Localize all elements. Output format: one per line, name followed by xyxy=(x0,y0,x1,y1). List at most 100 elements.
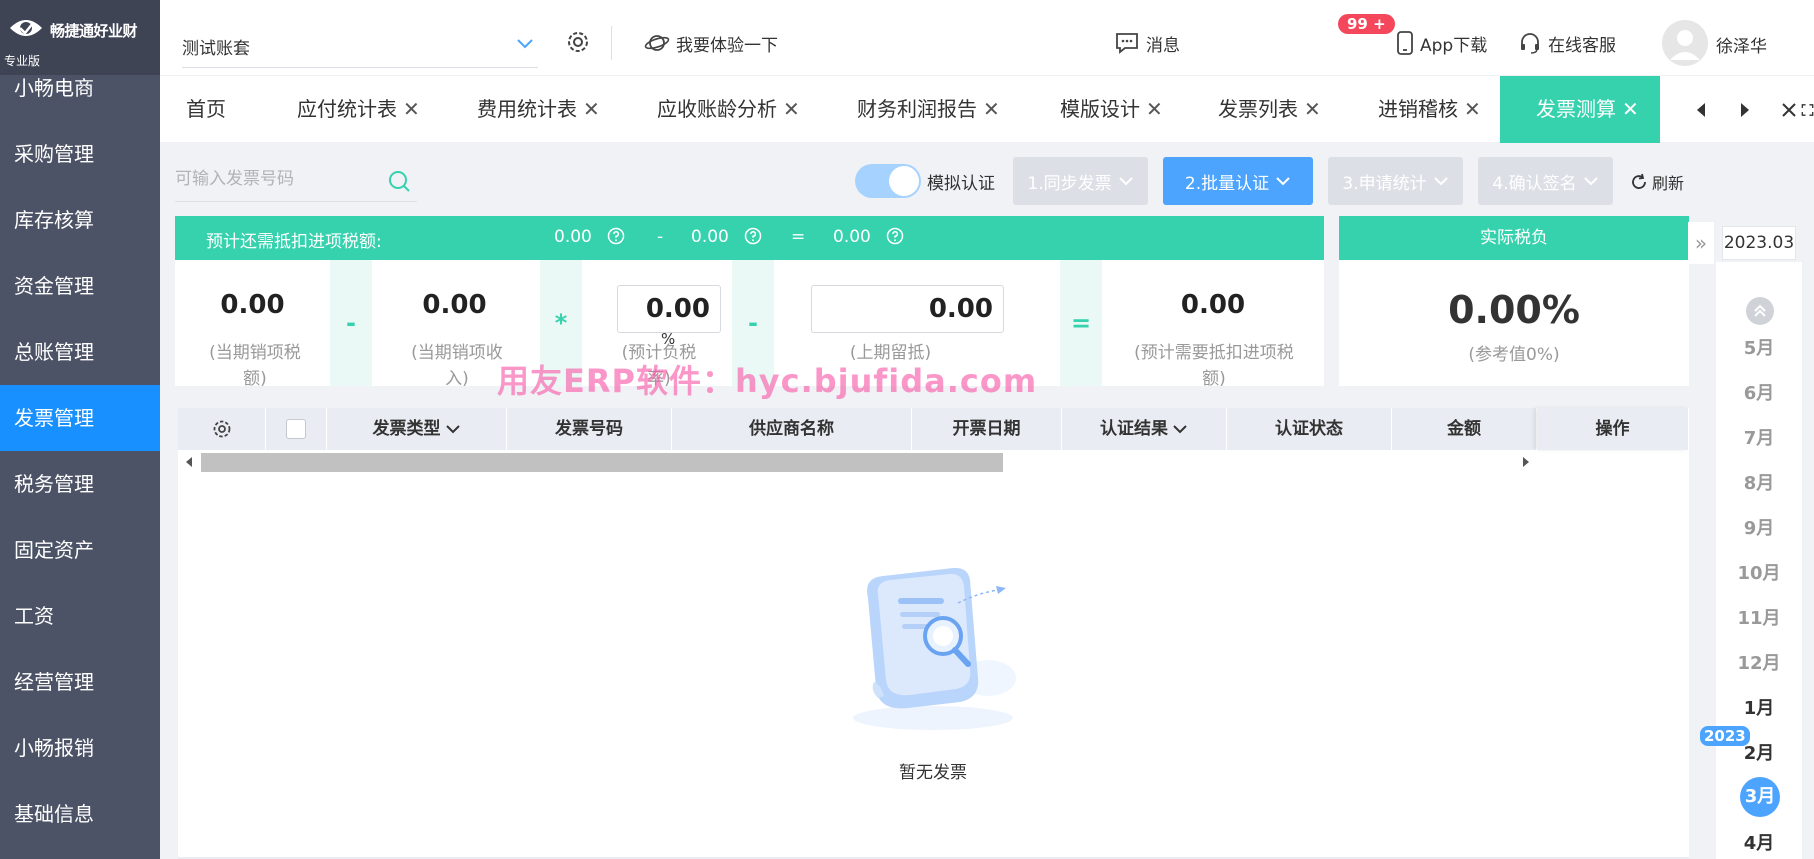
app-download-button[interactable]: App下载 xyxy=(1396,28,1487,58)
sidebar-item-reimbursement[interactable]: 小畅报销 xyxy=(0,715,160,781)
selected-period[interactable]: 2023.03 xyxy=(1722,226,1796,260)
carryover-input[interactable]: 0.00 xyxy=(811,285,1004,333)
simulate-auth-label: 模拟认证 xyxy=(927,173,995,194)
month-item[interactable]: 2月 xyxy=(1716,739,1802,765)
column-invoice-date: 开票日期 xyxy=(912,408,1062,450)
select-all-cell xyxy=(266,408,327,450)
tab-audit[interactable]: 进销稽核 ✕ xyxy=(1378,76,1481,143)
top-divider xyxy=(611,26,612,60)
chevron-down-icon xyxy=(445,425,460,434)
refresh-button[interactable]: 刷新 xyxy=(1630,170,1684,194)
close-icon[interactable]: ✕ xyxy=(1304,76,1321,143)
formula-summary-b: 0.00 xyxy=(691,227,762,247)
invoice-table: 发票类型 发票号码 供应商名称 开票日期 认证结果 认证状态 金额 操作 暂无发… xyxy=(178,408,1689,859)
try-demo-label: 我要体验一下 xyxy=(676,35,778,56)
invoice-number-input[interactable] xyxy=(175,166,375,192)
fullscreen-button[interactable] xyxy=(1801,76,1814,143)
avatar[interactable] xyxy=(1662,20,1708,66)
scroll-right-arrow[interactable] xyxy=(1523,457,1529,467)
horizontal-scrollbar[interactable] xyxy=(178,450,1538,474)
output-tax-cell: 0.00 (当期销项税额) xyxy=(175,260,330,389)
sidebar-item-basic-info[interactable]: 基础信息 xyxy=(0,781,160,847)
tab-receivables-aging[interactable]: 应收账龄分析 ✕ xyxy=(657,76,800,143)
chevron-down-icon xyxy=(1173,425,1187,434)
confirm-signature-button[interactable]: 4.确认签名 xyxy=(1478,157,1613,205)
try-demo-button[interactable]: 我要体验一下 xyxy=(644,28,778,58)
user-name[interactable]: 徐泽华 xyxy=(1716,32,1767,57)
month-item[interactable]: 10月 xyxy=(1716,559,1802,585)
column-label: 认证状态 xyxy=(1275,419,1343,439)
account-select[interactable]: 测试账套 xyxy=(182,22,538,68)
close-icon[interactable]: ✕ xyxy=(403,76,420,143)
tab-invoice-list[interactable]: 发票列表 ✕ xyxy=(1218,76,1321,143)
month-item[interactable]: 8月 xyxy=(1716,469,1802,495)
gear-icon[interactable] xyxy=(564,28,592,56)
close-icon[interactable]: ✕ xyxy=(583,76,600,143)
table-header: 发票类型 发票号码 供应商名称 开票日期 认证结果 认证状态 金额 操作 xyxy=(178,408,1689,450)
sidebar-item-tax[interactable]: 税务管理 xyxy=(0,451,160,517)
month-item[interactable]: 11月 xyxy=(1716,604,1802,630)
month-item[interactable]: 9月 xyxy=(1716,514,1802,540)
tab-template-design[interactable]: 模版设计 ✕ xyxy=(1060,76,1163,143)
messages-badge: 99 + xyxy=(1338,14,1395,34)
month-item[interactable]: 5月 xyxy=(1716,334,1802,360)
search-icon[interactable] xyxy=(386,168,412,194)
sidebar: 小畅电商 采购管理 库存核算 资金管理 总账管理 发票管理 税务管理 固定资产 … xyxy=(0,0,160,859)
collapse-rail-button[interactable]: » xyxy=(1688,222,1714,264)
scroll-left-arrow[interactable] xyxy=(186,457,192,467)
close-icon[interactable]: ✕ xyxy=(1146,76,1163,143)
close-icon[interactable]: ✕ xyxy=(983,76,1000,143)
sidebar-item-invoices[interactable]: 发票管理 xyxy=(0,385,160,451)
brand-logo[interactable]: 畅捷通好业财 专业版 xyxy=(0,0,160,75)
sidebar-item-operations[interactable]: 经营管理 xyxy=(0,649,160,715)
month-item[interactable]: 7月 xyxy=(1716,424,1802,450)
burden-rate-input[interactable]: 0.00 xyxy=(617,285,721,333)
actual-tax-value: 0.00% xyxy=(1448,288,1580,332)
messages-button[interactable]: 消息 xyxy=(1114,28,1180,58)
tab-scroll-left-button[interactable] xyxy=(1679,76,1723,143)
apply-stats-button[interactable]: 3.申请统计 xyxy=(1328,157,1463,205)
scroll-up-button[interactable] xyxy=(1746,297,1774,325)
column-actions: 操作 xyxy=(1537,408,1689,450)
question-circle-icon[interactable] xyxy=(886,227,904,245)
tab-scroll-right-button[interactable] xyxy=(1723,76,1767,143)
sidebar-item-ledger[interactable]: 总账管理 xyxy=(0,319,160,385)
question-circle-icon[interactable] xyxy=(607,227,625,245)
close-icon[interactable]: ✕ xyxy=(1464,76,1481,143)
column-auth-result[interactable]: 认证结果 xyxy=(1062,408,1227,450)
phone-icon xyxy=(1397,31,1413,55)
month-item[interactable]: 1月 xyxy=(1716,694,1802,720)
simulate-auth-toggle[interactable]: 模拟认证 xyxy=(855,164,995,198)
sidebar-item-inventory[interactable]: 库存核算 xyxy=(0,187,160,253)
sidebar-item-funds[interactable]: 资金管理 xyxy=(0,253,160,319)
close-icon[interactable]: ✕ xyxy=(1622,76,1639,143)
select-all-checkbox[interactable] xyxy=(286,419,306,439)
app-download-label: App下载 xyxy=(1420,35,1488,56)
tab-home[interactable]: 首页 xyxy=(186,76,226,143)
close-icon[interactable]: ✕ xyxy=(783,76,800,143)
column-invoice-type[interactable]: 发票类型 xyxy=(327,408,507,450)
tab-label: 首页 xyxy=(186,97,226,121)
invoice-estimate-page: 模拟认证 1.同步发票 2.批量认证 3.申请统计 4.确认签名 刷新 预 xyxy=(175,142,1689,859)
month-item-selected[interactable]: 3月 xyxy=(1740,777,1780,817)
column-settings[interactable] xyxy=(178,408,266,450)
month-item[interactable]: 6月 xyxy=(1716,379,1802,405)
formula-summary-c: 0.00 xyxy=(833,227,904,247)
month-item[interactable]: 12月 xyxy=(1716,649,1802,675)
sidebar-item-payroll[interactable]: 工资 xyxy=(0,583,160,649)
toggle-switch[interactable] xyxy=(855,164,921,198)
month-item[interactable]: 4月 xyxy=(1716,829,1802,855)
invoice-search xyxy=(175,158,417,202)
support-button[interactable]: 在线客服 xyxy=(1518,28,1616,58)
scrollbar-thumb[interactable] xyxy=(201,453,1003,472)
chevron-down-icon xyxy=(1118,177,1133,186)
batch-auth-button[interactable]: 2.批量认证 xyxy=(1163,157,1313,205)
sync-invoices-button[interactable]: 1.同步发票 xyxy=(1013,157,1148,205)
tab-invoice-estimate[interactable]: 发票测算 ✕ xyxy=(1500,76,1660,143)
tab-profit-report[interactable]: 财务利润报告 ✕ xyxy=(857,76,1000,143)
sidebar-item-purchasing[interactable]: 采购管理 xyxy=(0,121,160,187)
tab-expenses[interactable]: 费用统计表 ✕ xyxy=(477,76,600,143)
sidebar-item-fixed-assets[interactable]: 固定资产 xyxy=(0,517,160,583)
tab-payables[interactable]: 应付统计表 ✕ xyxy=(297,76,420,143)
question-circle-icon[interactable] xyxy=(744,227,762,245)
